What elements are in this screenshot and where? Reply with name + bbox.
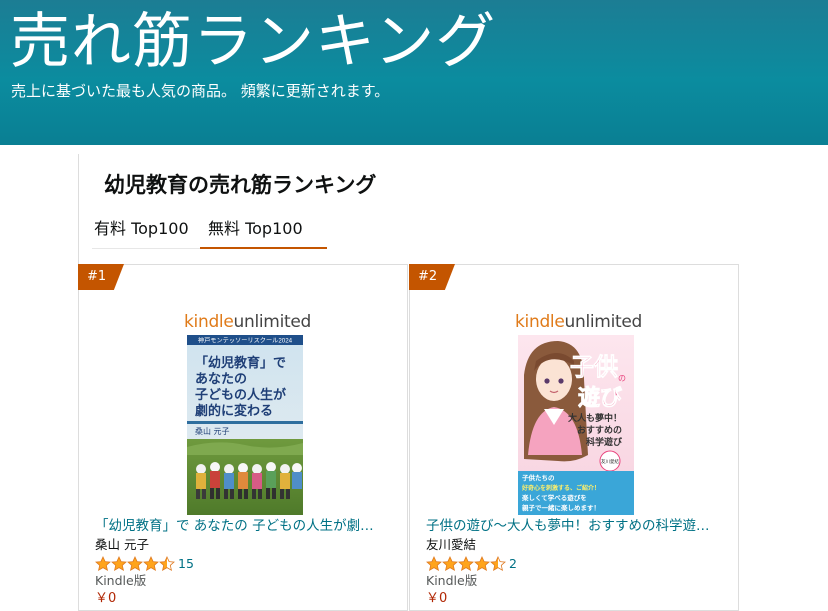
product-card: #1 kindleunlimited 神戸モンテッソーリスクール2024 「幼児… — [78, 264, 408, 611]
banner-title: 売れ筋ランキング — [10, 7, 497, 77]
product-title-link[interactable]: 「幼児教育」で あなたの 子どもの人生が劇… — [95, 517, 395, 535]
product-price: ￥0 — [95, 591, 117, 606]
product-format: Kindle版 — [426, 573, 478, 588]
cover-big-1: 子供 — [570, 353, 618, 381]
rank-badge: #2 — [409, 264, 455, 290]
book-cover: 神戸モンテッソーリスクール2024 「幼児教育」で あなたの 子どもの人生が 劇… — [187, 335, 303, 515]
product-rating: 2 — [426, 553, 517, 573]
cover-bottom-3: 楽しくて学べる遊びを — [521, 493, 587, 502]
product-format: Kindle版 — [95, 573, 147, 588]
header-banner: 売れ筋ランキング 売上に基づいた最も人気の商品。 頻繁に更新されます。 — [0, 0, 828, 145]
star-rating-svg — [426, 555, 506, 571]
cover-author: 友川愛結 — [601, 458, 619, 465]
content-divider — [78, 154, 79, 264]
star-rating-icon[interactable] — [426, 555, 506, 572]
cover-series-text: 神戸モンテッソーリスクール2024 — [198, 337, 293, 345]
cover-line-3: 科学遊び — [586, 436, 623, 448]
cover-line-2: おすすめの — [577, 425, 622, 436]
cover-line-1: 「幼児教育」で — [195, 355, 286, 371]
product-card: #2 kindleunlimited 子供 の 遊び 大人も夢中！ おすすめの … — [409, 264, 739, 611]
banner-subtitle: 売上に基づいた最も人気の商品。 頻繁に更新されます。 — [11, 82, 390, 100]
unlimited-logo-text: unlimited — [564, 312, 643, 332]
tab-selected-indicator — [200, 247, 327, 249]
kindle-logo-text: kindle — [515, 312, 565, 332]
product-author: 桑山 元子 — [95, 537, 149, 552]
rank-badge: #1 — [78, 264, 124, 290]
product-price: ￥0 — [426, 591, 448, 606]
kindle-unlimited-logo: kindleunlimited — [184, 311, 311, 333]
product-rating: 15 — [95, 553, 194, 573]
cover-line-3: 子どもの人生が — [195, 387, 286, 403]
book-cover: 子供 の 遊び 大人も夢中！ おすすめの 科学遊び 友川愛結 子供たちの 好奇心… — [518, 335, 634, 515]
cover-line-1: 大人も夢中！ — [568, 412, 622, 424]
cover-bottom-2: 好奇心を刺激する、ご紹介！ — [521, 484, 600, 492]
review-count-link[interactable]: 15 — [178, 556, 194, 571]
cover-line-2: あなたの — [195, 372, 247, 387]
cover-author: 桑山 元子 — [195, 426, 230, 436]
tab-paid-top100[interactable]: 有料 Top100 — [92, 214, 191, 244]
product-grid: #1 kindleunlimited 神戸モンテッソーリスクール2024 「幼児… — [78, 264, 741, 611]
product-image-link[interactable]: kindleunlimited 子供 の 遊び 大人も夢中！ おすすめの 科学遊… — [515, 311, 642, 515]
star-rating-svg — [95, 555, 175, 571]
product-title-link[interactable]: 子供の遊び～大人も夢中！おすすめの科学遊… — [426, 517, 726, 535]
cover-big-2: の — [618, 374, 626, 383]
cover-bottom-4: 親子で一緒に楽しめます！ — [522, 503, 600, 512]
cover-big-3: 遊び — [578, 385, 622, 411]
book-cover-art: 子供 の 遊び 大人も夢中！ おすすめの 科学遊び 友川愛結 子供たちの 好奇心… — [518, 335, 634, 515]
ranking-tabs: 有料 Top100 無料 Top100 — [92, 214, 352, 250]
star-rating-icon[interactable] — [95, 555, 175, 572]
product-author: 友川愛結 — [426, 537, 477, 552]
review-count-link[interactable]: 2 — [509, 556, 517, 571]
tab-free-top100[interactable]: 無料 Top100 — [206, 214, 305, 244]
cover-bottom-1: 子供たちの — [522, 473, 555, 482]
kindle-unlimited-logo: kindleunlimited — [515, 311, 642, 333]
tab-divider — [92, 248, 200, 249]
product-image-link[interactable]: kindleunlimited 神戸モンテッソーリスクール2024 「幼児教育」… — [184, 311, 311, 515]
kindle-logo-text: kindle — [184, 312, 234, 332]
unlimited-logo-text: unlimited — [233, 312, 312, 332]
page-title: 幼児教育の売れ筋ランキング — [104, 173, 377, 197]
cover-line-4: 劇的に変わる — [195, 403, 273, 419]
book-cover-art: 神戸モンテッソーリスクール2024 「幼児教育」で あなたの 子どもの人生が 劇… — [187, 335, 303, 515]
